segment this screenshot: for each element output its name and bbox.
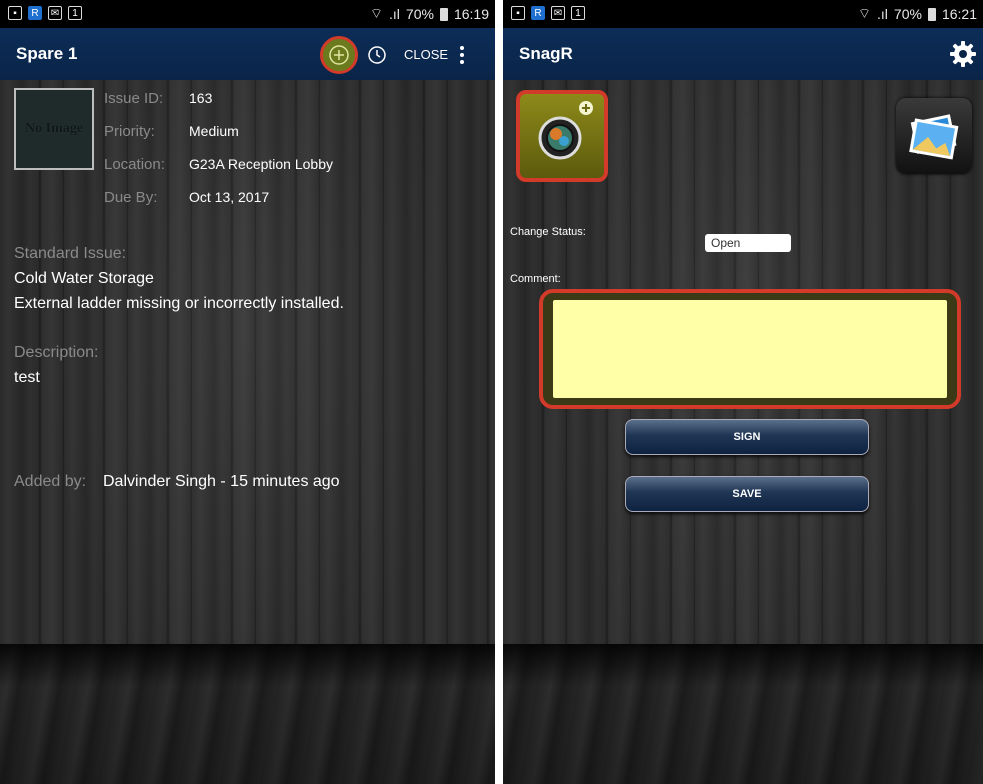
camera-icon bbox=[538, 101, 593, 160]
issue-thumbnail[interactable]: No Image bbox=[14, 88, 94, 170]
signal-icon: .ıl bbox=[389, 6, 400, 22]
status-bar: ▪ R ✉ 1 ⌔ .ıl 70% 16:21 bbox=[503, 0, 983, 28]
description-label: Description: bbox=[14, 344, 99, 361]
sign-button[interactable]: SIGN bbox=[625, 419, 869, 455]
priority-value: Medium bbox=[189, 123, 239, 139]
close-button[interactable]: CLOSE bbox=[404, 47, 448, 62]
change-status-label: Change Status: bbox=[510, 226, 586, 238]
r-app-icon: R bbox=[531, 6, 545, 20]
comment-input[interactable] bbox=[553, 300, 947, 398]
more-vert-icon[interactable] bbox=[458, 46, 466, 64]
page-title: Spare 1 bbox=[16, 44, 78, 63]
snag-edit-screen: ▪ R ✉ 1 ⌔ .ıl 70% 16:21 SnagR Change Sta… bbox=[503, 0, 983, 784]
signal-icon: .ıl bbox=[877, 6, 888, 22]
priority-label: Priority: bbox=[104, 123, 155, 140]
gallery-button[interactable] bbox=[896, 98, 972, 174]
location-value: G23A Reception Lobby bbox=[189, 156, 333, 172]
battery-percent: 70% bbox=[405, 6, 434, 22]
comment-label: Comment: bbox=[510, 273, 561, 285]
wifi-icon: ⌔ bbox=[369, 5, 384, 21]
battery-percent: 70% bbox=[893, 6, 922, 22]
app-title: SnagR bbox=[519, 44, 573, 63]
due-by-label: Due By: bbox=[104, 189, 158, 206]
status-bar: ▪ R ✉ 1 ⌔ .ıl 70% 16:19 bbox=[0, 0, 495, 28]
add-circle-icon bbox=[329, 45, 349, 65]
added-by-value: Dalvinder Singh - 15 minutes ago bbox=[103, 473, 340, 490]
sms-icon: ✉ bbox=[551, 6, 565, 20]
issue-detail-screen: ▪ R ✉ 1 ⌔ .ıl 70% 16:19 Spare 1 CLOSE No… bbox=[0, 0, 495, 784]
save-button[interactable]: SAVE bbox=[625, 476, 869, 512]
gallery-icon: ▪ bbox=[511, 6, 525, 20]
added-by-label: Added by: bbox=[14, 473, 87, 490]
description-value: test bbox=[14, 369, 40, 386]
calendar-icon: 1 bbox=[68, 6, 82, 20]
due-by-value: Oct 13, 2017 bbox=[189, 189, 270, 205]
sms-icon: ✉ bbox=[48, 6, 62, 20]
add-button[interactable] bbox=[320, 36, 358, 74]
gallery-icon: ▪ bbox=[8, 6, 22, 20]
gear-icon[interactable] bbox=[949, 40, 977, 68]
r-app-icon: R bbox=[28, 6, 42, 20]
clock-time: 16:21 bbox=[941, 6, 977, 22]
app-bar: SnagR bbox=[503, 28, 983, 80]
location-label: Location: bbox=[104, 156, 165, 173]
standard-issue-category: Cold Water Storage bbox=[14, 270, 154, 287]
photos-icon bbox=[909, 114, 959, 160]
issue-id-value: 163 bbox=[189, 90, 213, 106]
calendar-icon: 1 bbox=[571, 6, 585, 20]
wifi-icon: ⌔ bbox=[857, 5, 872, 21]
standard-issue-text: External ladder missing or incorrectly i… bbox=[14, 295, 344, 312]
issue-id-label: Issue ID: bbox=[104, 90, 164, 107]
camera-button[interactable] bbox=[516, 90, 608, 182]
standard-issue-label: Standard Issue: bbox=[14, 245, 127, 262]
clock-icon[interactable] bbox=[366, 44, 388, 66]
wood-background bbox=[0, 80, 495, 784]
battery-icon bbox=[439, 7, 448, 21]
comment-field-frame bbox=[539, 289, 961, 409]
battery-icon bbox=[927, 7, 936, 21]
clock-time: 16:19 bbox=[453, 6, 489, 22]
status-dropdown[interactable]: Open bbox=[705, 234, 791, 252]
